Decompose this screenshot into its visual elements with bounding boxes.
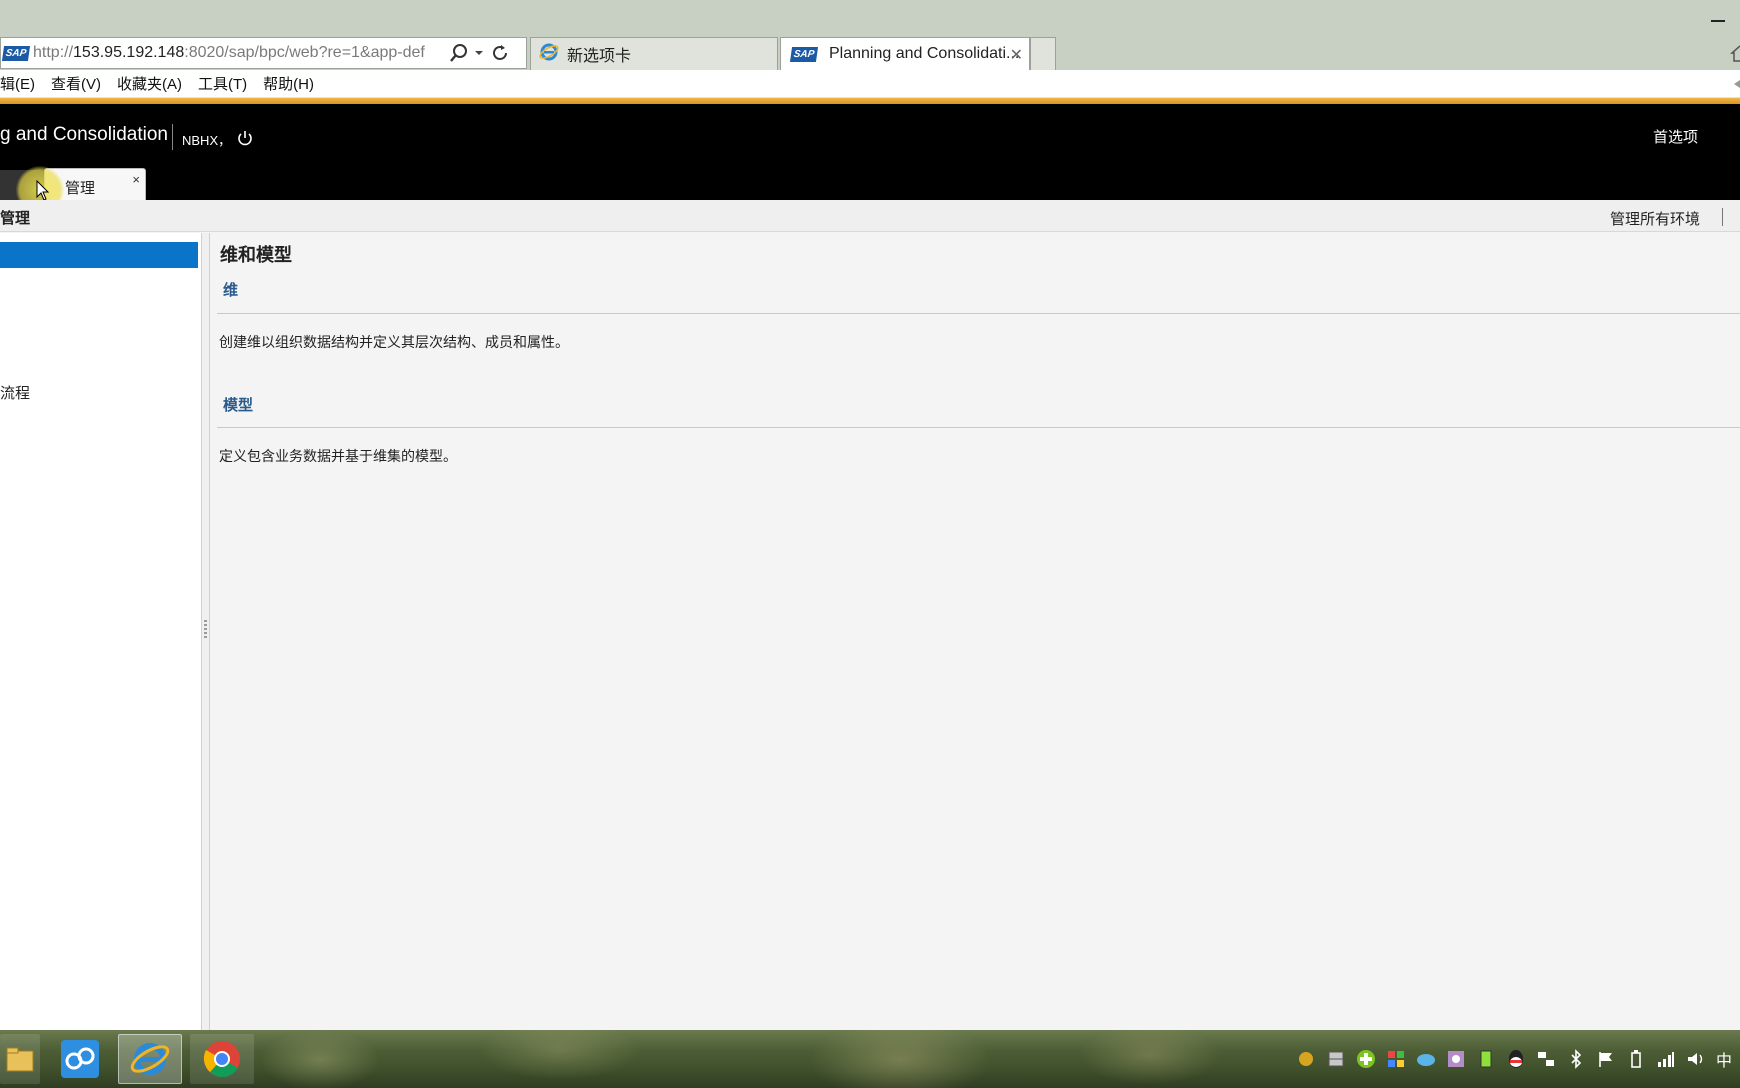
tray-color-icon[interactable]: [1444, 1047, 1468, 1071]
taskbar-chrome[interactable]: [190, 1034, 254, 1084]
close-icon[interactable]: ×: [132, 172, 140, 187]
tray-app-icon[interactable]: [1294, 1047, 1318, 1071]
app-header: g and Consolidation NBHX， 首选项 管理 ×: [0, 104, 1740, 200]
menu-edit[interactable]: 辑(E): [0, 73, 35, 94]
tab-planning-consolidation[interactable]: SAP Planning and Consolidati... ✕: [780, 37, 1030, 70]
models-description: 定义包含业务数据并基于维集的模型。: [219, 448, 457, 464]
tab-new-tab[interactable]: 新选项卡: [530, 37, 778, 70]
divider: [217, 313, 1740, 314]
search-icon[interactable]: [447, 41, 471, 65]
divider: [217, 427, 1740, 428]
new-tab-button[interactable]: [1030, 37, 1056, 70]
tray-windows-icon[interactable]: [1384, 1047, 1408, 1071]
tab-home[interactable]: [0, 170, 44, 200]
nav-item-process[interactable]: 流程: [0, 382, 30, 403]
url-prefix: http://: [33, 44, 74, 61]
menu-help[interactable]: 帮助(H): [263, 73, 314, 94]
tab-manage[interactable]: 管理 ×: [44, 168, 146, 200]
header-divider: [172, 124, 173, 150]
tray-plus-icon[interactable]: [1354, 1047, 1378, 1071]
url-host: 153.95.192.148: [73, 44, 185, 61]
minimize-icon: [1711, 20, 1725, 22]
bluetooth-icon[interactable]: [1564, 1047, 1588, 1071]
chevron-down-icon[interactable]: [471, 41, 487, 65]
minimize-button[interactable]: [1704, 4, 1732, 28]
tab-label: Planning and Consolidati...: [829, 45, 1020, 62]
taskbar-internet-explorer[interactable]: [118, 1034, 182, 1084]
menu-view[interactable]: 查看(V): [51, 73, 101, 94]
ie-icon: [130, 1043, 170, 1075]
system-tray: 中: [1288, 1030, 1740, 1088]
chrome-icon: [203, 1041, 240, 1077]
url-path: :8020/sap/bpc/web?re=1&app-def: [184, 44, 425, 61]
ie-icon: [539, 42, 559, 67]
menu-tools[interactable]: 工具(T): [198, 73, 247, 94]
cloud-icon: [61, 1040, 99, 1078]
tray-qq-icon[interactable]: [1504, 1047, 1528, 1071]
tray-network-share-icon[interactable]: [1534, 1047, 1558, 1071]
left-nav-panel: 流程: [0, 233, 202, 1030]
dimensions-link[interactable]: 维: [223, 279, 238, 300]
refresh-icon[interactable]: [487, 41, 513, 65]
taskbar-baidu-netdisk[interactable]: [48, 1034, 112, 1084]
address-bar[interactable]: SAP http://153.95.192.148:8020/sap/bpc/w…: [0, 37, 527, 69]
app-title: g and Consolidation: [0, 124, 168, 145]
folder-icon: [6, 1047, 34, 1072]
power-plug-icon[interactable]: [1624, 1047, 1648, 1071]
dimensions-description: 创建维以组织数据结构并定义其层次结构、成员和属性。: [219, 334, 569, 350]
taskbar: 中: [0, 1030, 1740, 1088]
panel-splitter[interactable]: [202, 233, 210, 1030]
tray-battery-icon[interactable]: [1474, 1047, 1498, 1071]
page-title: 管理: [0, 210, 31, 227]
flag-icon[interactable]: [1594, 1047, 1618, 1071]
user-name: NBHX，: [182, 133, 232, 148]
taskbar-file-explorer[interactable]: [0, 1034, 40, 1084]
main-content: 维和模型 维 创建维以组织数据结构并定义其层次结构、成员和属性。 模型 定义包含…: [211, 233, 1740, 1030]
home-icon[interactable]: [1728, 42, 1740, 64]
sap-favicon: SAP: [1, 45, 31, 61]
nav-item-dimensions-models[interactable]: [0, 242, 198, 268]
subheader-divider: [1722, 208, 1723, 226]
section-title: 维和模型: [220, 245, 292, 265]
models-link[interactable]: 模型: [223, 394, 253, 415]
ime-indicator[interactable]: 中: [1716, 1047, 1732, 1071]
tray-grid-icon[interactable]: [1324, 1047, 1348, 1071]
close-icon[interactable]: ✕: [1010, 45, 1023, 65]
url-text[interactable]: http://153.95.192.148:8020/sap/bpc/web?r…: [33, 44, 443, 62]
window-titlebar: [0, 0, 1740, 36]
tray-cloud-icon[interactable]: [1414, 1047, 1438, 1071]
browser-tab-row: SAP http://153.95.192.148:8020/sap/bpc/w…: [0, 36, 1740, 70]
volume-icon[interactable]: [1684, 1047, 1708, 1071]
tab-manage-label: 管理: [65, 180, 96, 197]
sap-favicon: SAP: [789, 46, 819, 62]
power-icon[interactable]: [235, 128, 255, 148]
signal-icon[interactable]: [1654, 1047, 1678, 1071]
menu-bar: 辑(E) 查看(V) 收藏夹(A) 工具(T) 帮助(H): [0, 70, 1740, 98]
tab-label: 新选项卡: [567, 48, 632, 65]
splitter-grip-icon: [204, 620, 207, 638]
preferences-link[interactable]: 首选项: [1653, 126, 1698, 147]
menu-favorites[interactable]: 收藏夹(A): [117, 73, 182, 94]
page-subheader: 管理 管理所有环境: [0, 200, 1740, 232]
manage-all-environments-link[interactable]: 管理所有环境: [1610, 208, 1700, 229]
